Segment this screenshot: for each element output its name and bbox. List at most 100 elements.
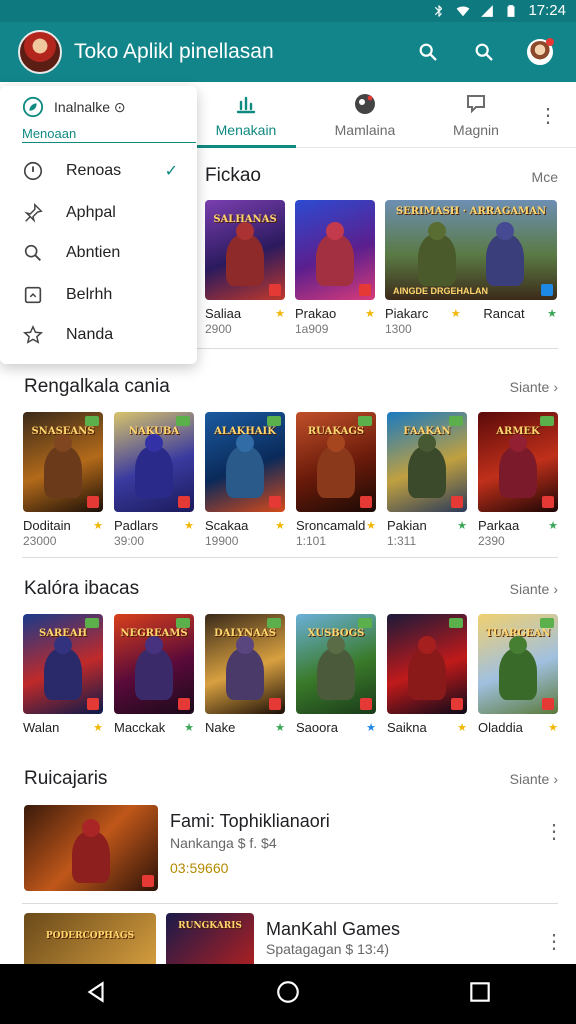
character-art [417, 234, 456, 286]
game-cover [295, 200, 375, 300]
character-art [486, 234, 525, 286]
game-name: Oladdia [478, 720, 523, 735]
leaf-icon [22, 96, 44, 118]
game-card[interactable]: Saikna ★ [387, 614, 467, 736]
info-icon [23, 161, 43, 181]
game-name: Saoora [296, 720, 338, 735]
home-icon [277, 980, 299, 1003]
badge-icon [359, 284, 371, 296]
game-name: Macckak [114, 720, 166, 735]
tab-mamlaina[interactable]: Mamlaina [315, 82, 415, 148]
badge-icon [360, 698, 372, 710]
character-art [135, 648, 173, 700]
badge-icon [451, 698, 463, 710]
dropdown-menu: Inalnalke ⊙ Menoaan Renoas ✓ Aphpal Abnt… [0, 86, 197, 364]
menu-item-belrhh[interactable]: Belrhh [22, 278, 190, 312]
tab-magnin[interactable]: Magnin [426, 82, 526, 148]
game-card[interactable]: Prakao ★ 1a909 [295, 200, 375, 336]
character-art [499, 648, 537, 700]
game-meta: 2900 [205, 322, 232, 336]
star-icon: ★ [275, 308, 285, 320]
rating-badge [449, 416, 463, 426]
game-cover: FAAKAN [387, 412, 467, 512]
signal-icon [481, 4, 494, 17]
check-icon: ✓ [164, 163, 178, 180]
menu-item-nanda[interactable]: Nanda [22, 318, 190, 352]
character-art [226, 446, 264, 498]
more-vert-icon: ⋮ [538, 104, 558, 127]
app-logo[interactable] [18, 30, 62, 74]
game-meta: 19900 [205, 534, 239, 548]
rating-badge [267, 618, 281, 628]
game-card[interactable]: NAKUBA Padlars ★ 39:00 [114, 412, 194, 548]
game-card-wide[interactable]: SERIMASH · ARRAGAMAN AINGDE DRGEHALAN Pi… [385, 200, 557, 336]
recents-button[interactable] [467, 979, 493, 1010]
game-card[interactable]: TUARGEAN Oladdia ★ [478, 614, 558, 736]
app-title: Toko Aplikl pinellasan [74, 40, 274, 63]
character-art [408, 648, 446, 700]
section-title-recommended: Rengalkala cania [24, 376, 170, 397]
back-button[interactable] [83, 979, 109, 1010]
tab-menakain[interactable]: Menakain [196, 82, 296, 148]
game-card[interactable]: NEGREAMS Macckak ★ [114, 614, 194, 736]
game-card[interactable]: ARMEK Parkaa ★ 2390 [478, 412, 558, 548]
profile-button[interactable] [520, 32, 560, 72]
menu-item-label: Aphpal [66, 204, 116, 221]
pin-icon [24, 202, 43, 223]
game-card[interactable]: SALHANAS Saliaa ★ 2900 [205, 200, 285, 336]
game-meta: 39:00 [114, 534, 145, 548]
search-button-secondary[interactable] [464, 32, 504, 72]
character-art [135, 446, 173, 498]
chart-icon [236, 96, 256, 114]
star-icon: ★ [547, 308, 557, 320]
list-more-link[interactable]: Siante › [510, 771, 558, 787]
recommended-more-link[interactable]: Siante › [510, 379, 558, 395]
home-button[interactable] [275, 979, 301, 1010]
star-icon: ★ [450, 308, 461, 320]
wifi-icon [457, 5, 470, 16]
game-card[interactable]: SAREAH Walan ★ [23, 614, 103, 736]
game-meta: 1:101 [296, 534, 327, 548]
badge-icon [541, 284, 553, 296]
rating-badge [267, 416, 281, 426]
featured-more-link[interactable]: Mce [532, 169, 558, 185]
game-cover: XUSBOGS [296, 614, 376, 714]
category-more-link[interactable]: Siante › [510, 581, 558, 597]
game-card[interactable]: XUSBOGS Saoora ★ [296, 614, 376, 736]
search-button[interactable] [408, 32, 448, 72]
character-art [44, 648, 82, 700]
menu-subtitle: Menoaan [22, 126, 77, 141]
game-card[interactable]: FAAKAN Pakian ★ 1:311 [387, 412, 467, 548]
game-name: Piakarc [385, 306, 429, 321]
star-icon: ★ [548, 722, 558, 734]
row-more-button[interactable]: ⋮ [544, 822, 564, 842]
menu-item-abntien[interactable]: Abntien [22, 236, 190, 270]
list-item[interactable]: PODERCOPHAGS RUNGKARIS ManKahl Games Spa… [22, 913, 564, 973]
game-card[interactable]: RUAKAGS Sroncamald ★ 1:101 [296, 412, 376, 548]
list-item[interactable]: Fami: Tophiklianaori Nankanga $ f. $4 03… [22, 805, 564, 891]
game-name: Saliaa [205, 306, 242, 321]
chevron-right-icon: › [553, 379, 558, 395]
rating-badge [176, 618, 190, 628]
game-card[interactable]: SNASEANS Doditain ★ 23000 [23, 412, 103, 548]
more-vert-icon: ⋮ [544, 821, 564, 843]
game-name: Prakao [295, 306, 337, 321]
menu-item-aphpal[interactable]: Aphpal [22, 196, 190, 230]
game-meta: 2390 [478, 534, 505, 548]
row-more-button[interactable]: ⋮ [544, 932, 564, 952]
star-icon [22, 324, 44, 344]
chevron-right-icon: › [553, 581, 558, 597]
location-icon [355, 94, 375, 114]
star-icon: ★ [366, 722, 376, 734]
star-icon: ★ [457, 722, 467, 734]
game-name: Walan [23, 720, 60, 735]
tab-label: Menakain [215, 122, 277, 138]
game-card[interactable]: DALYNAAS Nake ★ [205, 614, 285, 736]
more-options-button[interactable]: ⋮ [536, 100, 560, 130]
game-meta: 1a909 [295, 322, 329, 336]
menu-item-renoas[interactable]: Renoas ✓ [22, 154, 190, 188]
game-card[interactable]: ALAKHAIK Scakaa ★ 19900 [205, 412, 285, 548]
game-cover: RUAKAGS [296, 412, 376, 512]
cover-caption: AINGDE DRGEHALAN [393, 286, 489, 296]
character-art [316, 234, 354, 286]
